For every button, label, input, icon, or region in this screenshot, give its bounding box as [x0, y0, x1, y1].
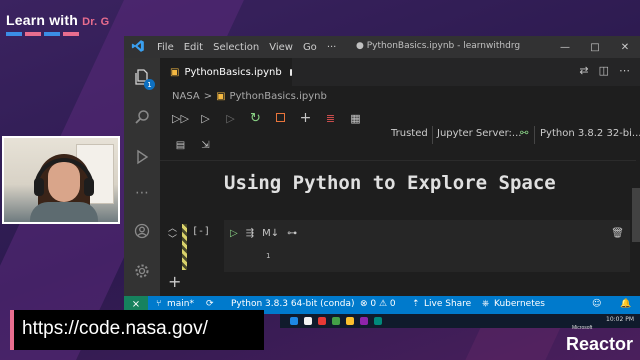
python-interpreter[interactable]: Python 3.8.3 64-bit (conda) — [231, 299, 355, 309]
tab-pythonbasics[interactable]: ▣ PythonBasics.ipynb — [160, 58, 292, 86]
search-icon[interactable] — [133, 108, 151, 126]
brand-bar — [63, 32, 79, 36]
split-cell-icon[interactable]: ⊶ — [287, 228, 297, 239]
git-branch[interactable]: main* — [167, 299, 194, 309]
account-icon[interactable] — [133, 222, 151, 240]
cell-toolbar: ▷ ⇶ M↓ ⊶ — [230, 228, 297, 239]
activity-bar: 1 ⋯ — [124, 58, 160, 296]
brand-logo: Learn with Dr. G — [6, 12, 109, 36]
minimize-button[interactable]: — — [550, 36, 580, 58]
menu-view[interactable]: View — [264, 42, 298, 53]
cell-move-controls: ︿ ﹀ — [168, 224, 177, 246]
window-controls: — □ ✕ — [550, 36, 640, 58]
live-share[interactable]: Live Share — [424, 299, 471, 309]
notebook-toolbar-secondary: ▤ ⇲ — [160, 140, 280, 156]
taskbar-app-icon[interactable] — [374, 317, 382, 325]
problems-indicator[interactable]: ⊗ 0 ⚠ 0 — [360, 299, 396, 309]
brand-text: Learn with — [6, 12, 79, 28]
run-by-line-icon[interactable]: ⇶ — [246, 228, 254, 239]
title-bar: File Edit Selection View Go ··· ● Python… — [124, 36, 640, 58]
delete-cell-icon[interactable]: 🗑 — [611, 228, 624, 239]
menu-more[interactable]: ··· — [322, 42, 342, 53]
notebook-file-icon: ▣ — [170, 66, 180, 78]
live-share-icon: ⇡ — [412, 299, 420, 309]
execution-count: [-] — [192, 226, 211, 237]
scrollbar[interactable] — [632, 188, 640, 242]
split-editor-icon[interactable]: ◫ — [599, 64, 609, 77]
connected-icon: ⚯ — [520, 128, 529, 139]
explorer-icon[interactable]: 1 — [133, 68, 155, 90]
chevron-down-icon[interactable]: ﹀ — [168, 235, 177, 246]
breadcrumb-separator: > — [203, 90, 213, 102]
more-icon[interactable]: ⋯ — [133, 184, 151, 202]
settings-icon[interactable] — [133, 262, 151, 280]
brand-dr: Dr. G — [82, 16, 110, 28]
markdown-toggle[interactable]: M↓ — [262, 228, 279, 239]
run-cell-icon[interactable]: ▷ — [230, 228, 238, 239]
menu-edit[interactable]: Edit — [179, 42, 208, 53]
feedback-icon[interactable]: ☺ — [592, 299, 601, 309]
headphone-ear — [34, 178, 44, 196]
vscode-logo-icon — [124, 39, 152, 56]
explorer-badge: 1 — [144, 79, 155, 90]
jupyter-server[interactable]: Jupyter Server:... — [437, 128, 521, 139]
code-cell[interactable]: ︿ ﹀ [-] ▷ ⇶ M↓ ⊶ 1 🗑 — [160, 220, 630, 272]
tab-actions: ⇄ ◫ ⋯ — [579, 64, 630, 77]
export-icon[interactable]: ⇲ — [193, 140, 218, 156]
menu-file[interactable]: File — [152, 42, 179, 53]
editor-tab-bar: ▣ PythonBasics.ipynb ⇄ ◫ ⋯ — [160, 58, 640, 86]
save-icon[interactable]: ▤ — [168, 140, 193, 156]
menu-go[interactable]: Go — [298, 42, 322, 53]
chevron-up-icon[interactable]: ︿ — [168, 224, 177, 235]
add-cell-button[interactable]: + — [168, 272, 181, 291]
taskbar-app-icon[interactable] — [304, 317, 312, 325]
window-title: ● PythonBasics.ipynb - learnwithdrg — [356, 41, 521, 51]
taskbar-app-icon[interactable] — [332, 317, 340, 325]
microsoft-label: Microsoft — [572, 325, 593, 331]
breadcrumb-folder[interactable]: NASA — [172, 91, 200, 102]
taskbar-app-icon[interactable] — [360, 317, 368, 325]
taskbar-app-icon[interactable] — [290, 317, 298, 325]
menu-selection[interactable]: Selection — [208, 42, 264, 53]
cell-divider — [160, 160, 636, 161]
open-changes-icon[interactable]: ⇄ — [579, 64, 588, 77]
cell-editor[interactable]: ▷ ⇶ M↓ ⊶ 1 🗑 — [224, 220, 630, 272]
line-number: 1 — [266, 252, 271, 260]
notifications-icon[interactable]: 🔔 — [620, 299, 631, 309]
markdown-heading: Using Python to Explore Space — [224, 172, 556, 194]
webcam-feed — [2, 136, 120, 224]
brand-color-bars — [6, 32, 109, 36]
brand-bar — [25, 32, 41, 36]
cell-status-bar — [182, 224, 187, 270]
trusted-label[interactable]: Trusted — [391, 128, 428, 139]
kubernetes[interactable]: Kubernetes — [494, 299, 545, 309]
git-branch-icon: ⑂ — [156, 299, 162, 309]
url-banner: https://code.nasa.gov/ — [10, 310, 264, 350]
brand-bar — [44, 32, 60, 36]
separator — [432, 126, 433, 144]
kernel-picker[interactable]: Python 3.8.2 32-bi... — [540, 128, 640, 139]
separator — [534, 126, 535, 144]
notebook-file-icon: ▣ — [216, 90, 226, 102]
kubernetes-icon: ⎈ — [482, 299, 490, 309]
presenter-shirt — [30, 202, 98, 222]
reactor-logo: Reactor — [566, 334, 634, 354]
breadcrumb: NASA > ▣ PythonBasics.ipynb — [160, 86, 640, 106]
brand-bar — [6, 32, 22, 36]
maximize-button[interactable]: □ — [580, 36, 610, 58]
more-actions-icon[interactable]: ⋯ — [619, 64, 630, 77]
taskbar-app-icon[interactable] — [318, 317, 326, 325]
run-debug-icon[interactable] — [133, 148, 151, 166]
taskbar-clock: 10:02 PM — [606, 316, 634, 323]
sync-icon[interactable]: ⟳ — [206, 299, 214, 309]
unsaved-dot-icon[interactable] — [289, 68, 292, 76]
tab-label: PythonBasics.ipynb — [184, 66, 282, 78]
taskbar-app-icon[interactable] — [346, 317, 354, 325]
breadcrumb-file[interactable]: PythonBasics.ipynb — [230, 91, 327, 102]
vscode-window: File Edit Selection View Go ··· ● Python… — [124, 36, 640, 314]
close-button[interactable]: ✕ — [610, 36, 640, 58]
headphone-ear — [84, 178, 94, 196]
